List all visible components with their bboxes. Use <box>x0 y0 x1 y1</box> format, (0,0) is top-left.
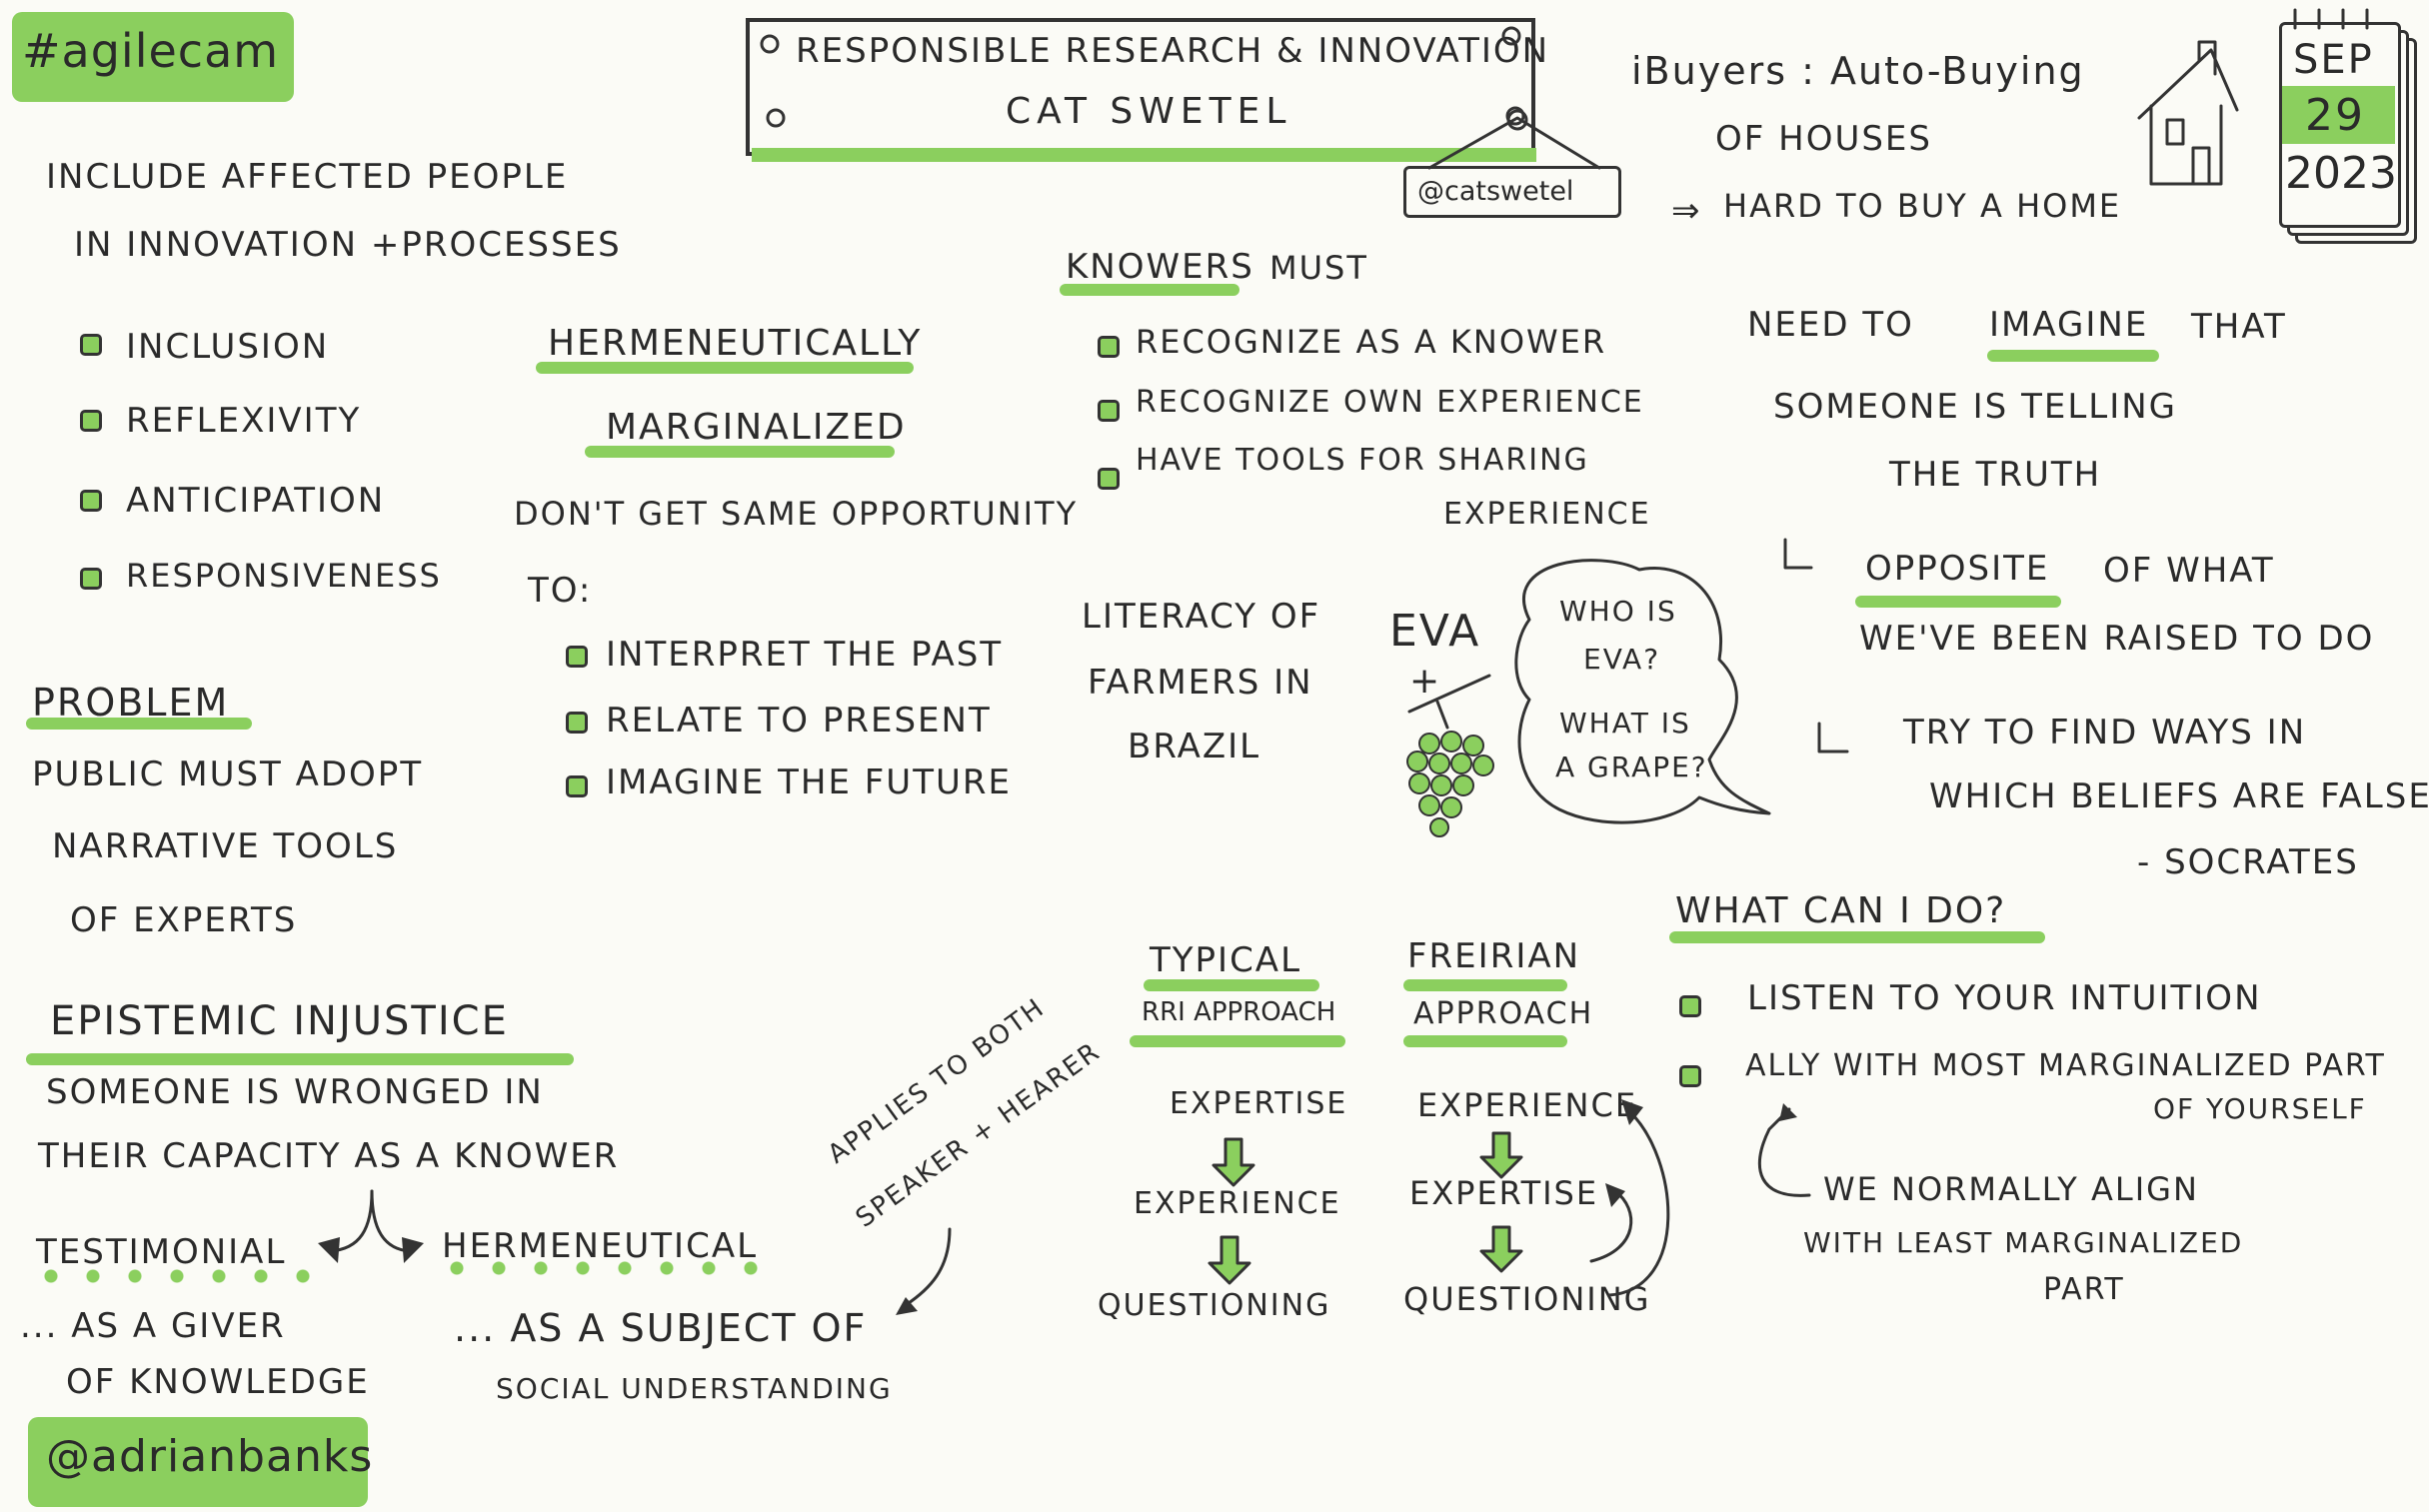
down-arrow-icon <box>1212 1137 1255 1187</box>
screw-icon <box>760 34 780 54</box>
tag-string <box>1427 116 1601 170</box>
screw-icon <box>766 108 786 128</box>
vine-stem <box>1435 700 1449 730</box>
down-arrow-icon <box>1479 1225 1523 1273</box>
applies-arrow <box>904 1227 952 1307</box>
arrowhead-icon <box>318 1237 340 1263</box>
grape-icon <box>1406 731 1494 837</box>
vine-branch <box>1407 674 1491 714</box>
sketch-drawings <box>318 8 2369 1315</box>
bent-arrow-icon <box>1817 722 1849 754</box>
down-arrow-icon <box>1479 1131 1523 1179</box>
arrowhead-icon <box>1605 1183 1625 1207</box>
arrowhead-icon <box>1779 1103 1797 1121</box>
house-icon <box>2137 40 2239 186</box>
loop-arrow-outer <box>1607 1109 1670 1297</box>
bent-arrow-icon <box>1783 538 1813 570</box>
down-arrow-icon <box>1208 1235 1251 1285</box>
speech-bubble <box>1514 559 1771 824</box>
calendar-rings <box>2293 8 2369 30</box>
arrowhead-icon <box>402 1237 424 1263</box>
screw-icon <box>1501 26 1521 46</box>
note-arrow <box>1757 1107 1811 1197</box>
